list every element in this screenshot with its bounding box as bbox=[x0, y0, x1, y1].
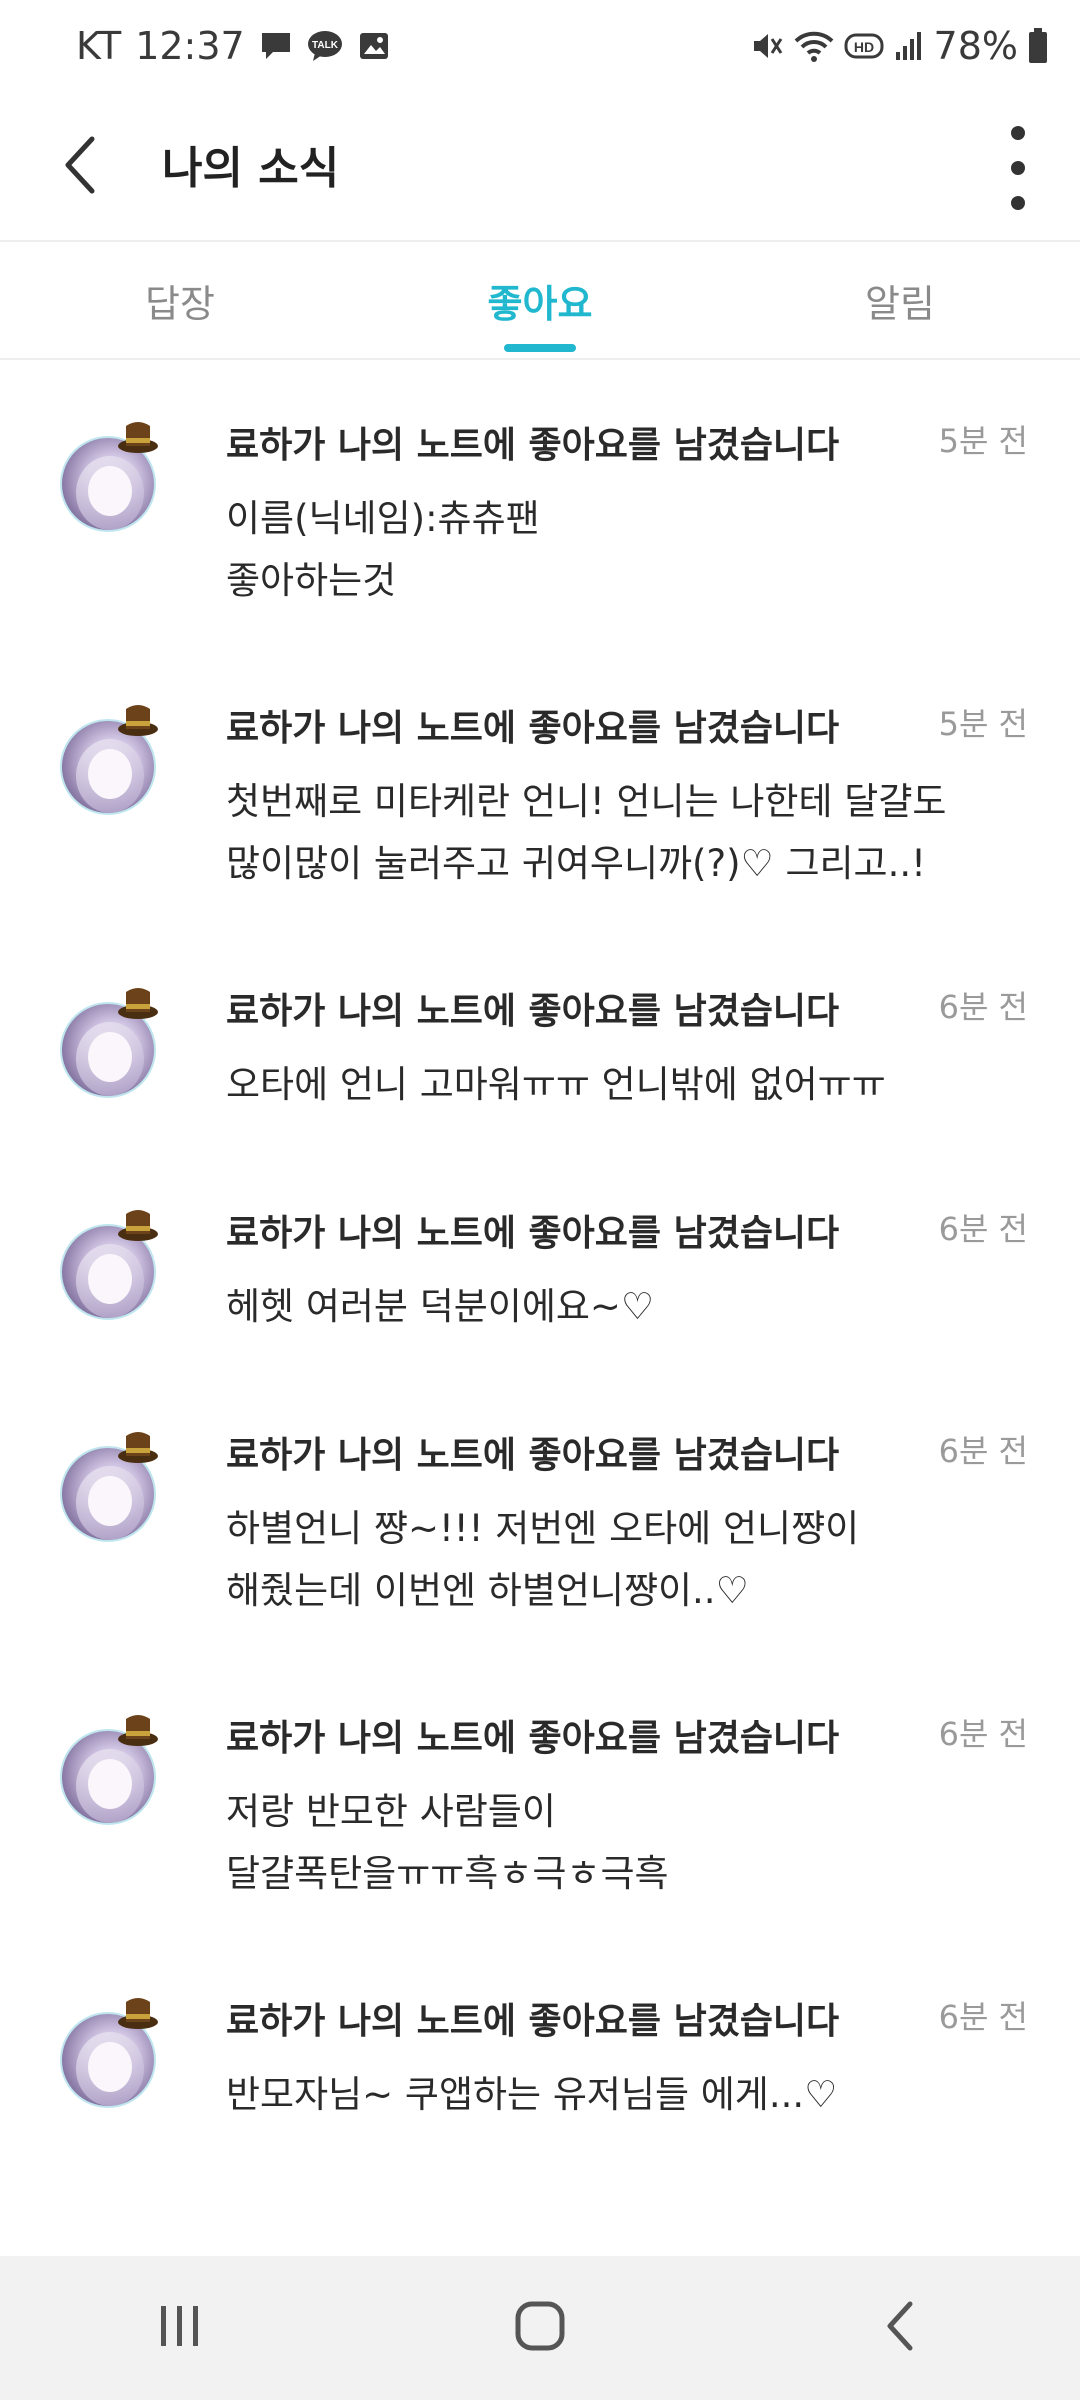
page-title: 나의 소식 bbox=[162, 143, 340, 194]
clock: 12:37 bbox=[135, 24, 245, 68]
svg-text:TALK: TALK bbox=[312, 40, 339, 51]
item-preview: 저랑 반모한 사람들이 달걀폭탄을ㅠㅠ흑ㅎ극ㅎ극흑 bbox=[226, 1790, 669, 1895]
item-title: 료하가 나의 노트에 좋아요를 남겼습니다 bbox=[226, 1213, 840, 1254]
item-title: 료하가 나의 노트에 좋아요를 남겼습니다 bbox=[226, 2001, 840, 2042]
list-item[interactable]: 료하가 나의 노트에 좋아요를 남겼습니다 5분 전 이름(닉네임):츄츄팬 좋… bbox=[0, 360, 1080, 643]
list-item[interactable]: 료하가 나의 노트에 좋아요를 남겼습니다 6분 전 오타에 언니 고마워ㅠㅠ … bbox=[0, 926, 1080, 1148]
item-title: 료하가 나의 노트에 좋아요를 남겼습니다 bbox=[226, 991, 840, 1032]
avatar[interactable] bbox=[60, 1713, 158, 1825]
home-button[interactable] bbox=[360, 2256, 720, 2400]
item-preview: 헤헷 여러분 덕분이에요~♡ bbox=[226, 1285, 655, 1328]
item-preview: 첫번째로 미타케란 언니! 언니는 나한테 달걀도 많이많이 눌러주고 귀여우니… bbox=[226, 780, 947, 885]
item-title: 료하가 나의 노트에 좋아요를 남겼습니다 bbox=[226, 425, 840, 466]
battery-percent: 78% bbox=[933, 24, 1018, 68]
talk-icon: TALK bbox=[307, 29, 343, 63]
avatar[interactable] bbox=[60, 420, 158, 532]
tab-bar: 답장 좋아요 알림 bbox=[0, 242, 1080, 358]
list-item[interactable]: 료하가 나의 노트에 좋아요를 남겼습니다 5분 전 첫번째로 미타케란 언니!… bbox=[0, 643, 1080, 926]
item-time: 6분 전 bbox=[938, 1715, 1028, 1753]
list-item[interactable]: 료하가 나의 노트에 좋아요를 남겼습니다 6분 전 하별언니 쨩~!!! 저번… bbox=[0, 1370, 1080, 1653]
item-title: 료하가 나의 노트에 좋아요를 남겼습니다 bbox=[226, 1435, 840, 1476]
recent-apps-button[interactable] bbox=[0, 2256, 360, 2400]
list-item[interactable]: 료하가 나의 노트에 좋아요를 남겼습니다 6분 전 헤헷 여러분 덕분이에요~… bbox=[0, 1148, 1080, 1370]
more-vertical-icon bbox=[1011, 126, 1025, 140]
svg-text:HD: HD bbox=[853, 39, 873, 55]
hat-icon bbox=[118, 705, 158, 736]
activity-list: 료하가 나의 노트에 좋아요를 남겼습니다 5분 전 이름(닉네임):츄츄팬 좋… bbox=[0, 360, 1080, 2158]
tab-replies[interactable]: 답장 bbox=[0, 242, 360, 358]
item-time: 6분 전 bbox=[938, 1210, 1028, 1248]
wifi-icon bbox=[794, 29, 834, 63]
item-time: 6분 전 bbox=[938, 1432, 1028, 1470]
message-icon bbox=[259, 30, 293, 62]
avatar[interactable] bbox=[60, 703, 158, 815]
tab-likes[interactable]: 좋아요 bbox=[360, 242, 720, 358]
more-options-button[interactable] bbox=[998, 120, 1038, 216]
avatar[interactable] bbox=[60, 986, 158, 1098]
avatar[interactable] bbox=[60, 1208, 158, 1320]
hat-icon bbox=[118, 1715, 158, 1746]
item-preview: 오타에 언니 고마워ㅠㅠ 언니밖에 없어ㅠㅠ bbox=[226, 1063, 886, 1106]
avatar[interactable] bbox=[60, 1996, 158, 2108]
list-item[interactable]: 료하가 나의 노트에 좋아요를 남겼습니다 6분 전 반모자님~ 쿠앱하는 유저… bbox=[0, 1936, 1080, 2158]
back-button[interactable] bbox=[48, 122, 112, 212]
hat-icon bbox=[118, 1432, 158, 1463]
hat-icon bbox=[118, 1998, 158, 2029]
hat-icon bbox=[118, 988, 158, 1019]
recent-apps-icon bbox=[155, 2302, 205, 2354]
hat-icon bbox=[118, 422, 158, 453]
list-item[interactable]: 료하가 나의 노트에 좋아요를 남겼습니다 6분 전 저랑 반모한 사람들이 달… bbox=[0, 1653, 1080, 1936]
back-icon bbox=[880, 2298, 920, 2358]
item-time: 5분 전 bbox=[938, 705, 1028, 743]
hd-voice-icon: HD bbox=[844, 31, 884, 61]
battery-icon bbox=[1028, 28, 1048, 64]
carrier-label: KT bbox=[76, 24, 122, 68]
chevron-left-icon bbox=[60, 133, 100, 201]
item-title: 료하가 나의 노트에 좋아요를 남겼습니다 bbox=[226, 1718, 840, 1759]
item-time: 6분 전 bbox=[938, 1998, 1028, 2036]
app-header: 나의 소식 bbox=[0, 90, 1080, 240]
item-time: 6분 전 bbox=[938, 988, 1028, 1026]
avatar[interactable] bbox=[60, 1430, 158, 1542]
item-preview: 이름(닉네임):츄츄팬 좋아하는것 bbox=[226, 497, 540, 602]
mute-vibrate-icon bbox=[750, 29, 784, 63]
system-back-button[interactable] bbox=[720, 2256, 1080, 2400]
signal-icon bbox=[894, 30, 924, 62]
item-title: 료하가 나의 노트에 좋아요를 남겼습니다 bbox=[226, 708, 840, 749]
item-preview: 반모자님~ 쿠앱하는 유저님들 에게...♡ bbox=[226, 2073, 838, 2116]
item-time: 5분 전 bbox=[938, 422, 1028, 460]
status-bar: KT 12:37 TALK HD 78% bbox=[0, 0, 1080, 90]
image-icon bbox=[357, 30, 391, 62]
home-icon bbox=[512, 2298, 568, 2358]
hat-icon bbox=[118, 1210, 158, 1241]
system-nav-bar bbox=[0, 2256, 1080, 2400]
tab-notifications[interactable]: 알림 bbox=[720, 242, 1080, 358]
item-preview: 하별언니 쨩~!!! 저번엔 오타에 언니쨩이 해줬는데 이번엔 하별언니쨩이.… bbox=[226, 1507, 860, 1612]
